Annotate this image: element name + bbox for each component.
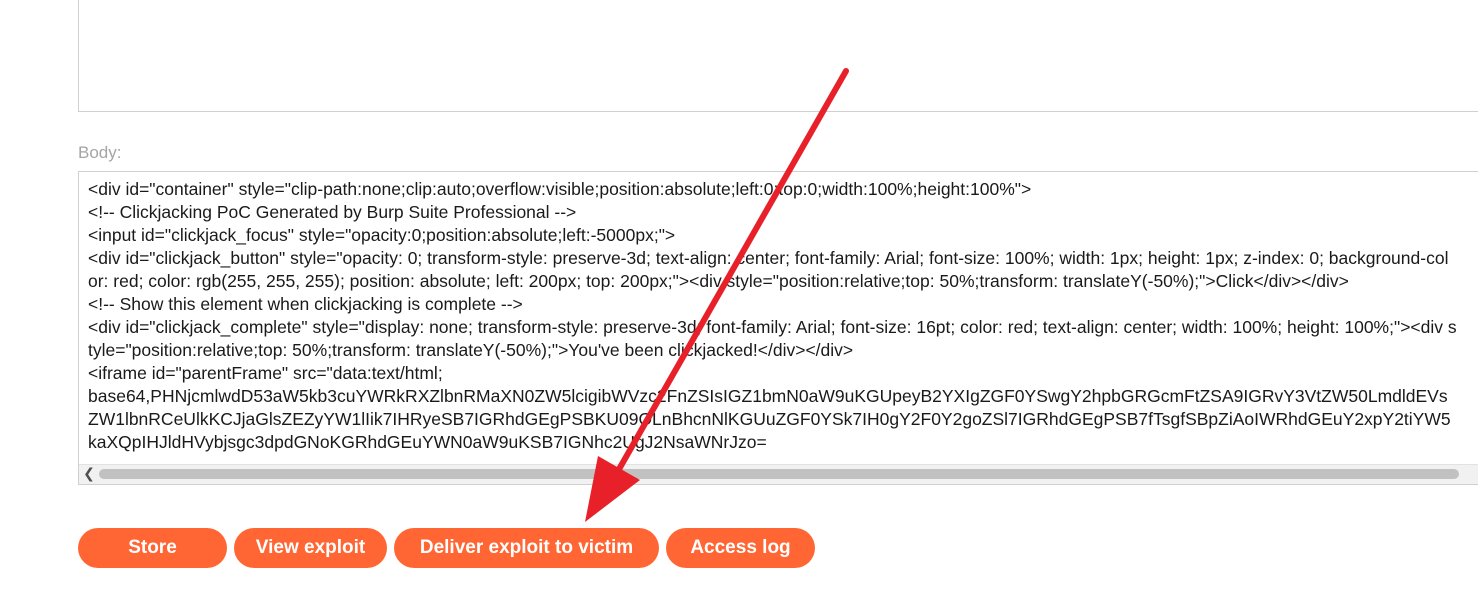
- view-exploit-button[interactable]: View exploit: [234, 528, 387, 568]
- store-button[interactable]: Store: [78, 528, 227, 568]
- scroll-left-arrow-icon[interactable]: ❮: [82, 466, 96, 482]
- head-textarea[interactable]: [78, 0, 1478, 112]
- body-textarea[interactable]: <div id="container" style="clip-path:non…: [78, 171, 1478, 485]
- scrollbar-thumb[interactable]: [99, 469, 1459, 479]
- exploit-server-page: Body: <div id="container" style="clip-pa…: [0, 0, 1478, 593]
- deliver-exploit-button[interactable]: Deliver exploit to victim: [394, 528, 659, 568]
- body-textarea-content[interactable]: <div id="container" style="clip-path:non…: [88, 178, 1458, 462]
- access-log-button[interactable]: Access log: [666, 528, 815, 568]
- horizontal-scrollbar[interactable]: ❮: [79, 464, 1478, 484]
- body-label: Body:: [78, 143, 122, 162]
